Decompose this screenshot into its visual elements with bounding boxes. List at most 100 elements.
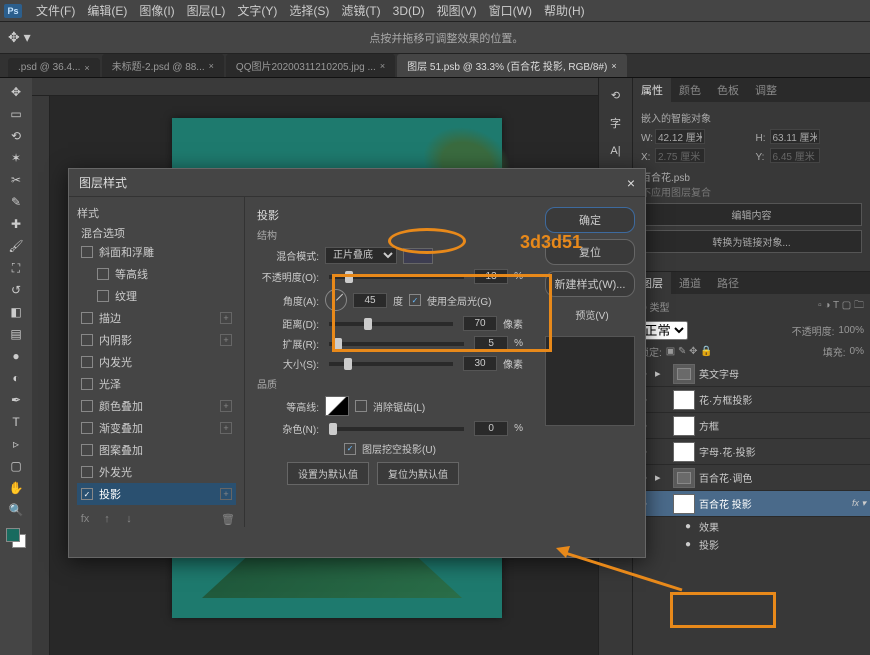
height-field[interactable] <box>770 129 820 144</box>
convert-linked-button[interactable]: 转换为链接对象... <box>641 230 862 253</box>
blending-options[interactable]: 混合选项 <box>77 225 236 241</box>
marquee-tool[interactable]: ▭ <box>4 104 28 124</box>
close-icon[interactable]: × <box>209 61 214 71</box>
edit-contents-button[interactable]: 编辑内容 <box>641 203 862 226</box>
blend-mode-select[interactable]: 正片叠底 <box>325 247 397 264</box>
tab-paths[interactable]: 路径 <box>709 272 747 294</box>
brush-tool[interactable]: 🖌 <box>4 236 28 256</box>
checkbox-icon[interactable] <box>81 466 93 478</box>
distance-slider[interactable] <box>329 322 453 326</box>
checkbox-icon[interactable] <box>81 422 93 434</box>
dodge-tool[interactable]: ◐ <box>4 368 28 388</box>
fx-icon[interactable]: fx <box>77 511 93 527</box>
type-tool[interactable]: T <box>4 412 28 432</box>
style-option[interactable]: 斜面和浮雕 <box>77 241 236 263</box>
path-tool[interactable]: ▹ <box>4 434 28 454</box>
tab-color[interactable]: 颜色 <box>671 78 709 102</box>
checkbox-icon[interactable] <box>97 268 109 280</box>
eraser-tool[interactable]: ◧ <box>4 302 28 322</box>
lasso-tool[interactable]: ⟲ <box>4 126 28 146</box>
plus-icon[interactable]: + <box>220 488 232 500</box>
contour-picker[interactable] <box>325 396 349 416</box>
blur-tool[interactable]: ● <box>4 346 28 366</box>
checkbox-icon[interactable] <box>81 334 93 346</box>
menu-filter[interactable]: 滤镜(T) <box>335 2 386 19</box>
hand-tool[interactable]: ✋ <box>4 478 28 498</box>
menu-view[interactable]: 视图(V) <box>431 2 483 19</box>
color-swatch[interactable] <box>6 528 26 548</box>
move-tool[interactable]: ✥ <box>4 82 28 102</box>
arrow-down-icon[interactable]: ↓ <box>121 511 137 527</box>
style-option[interactable]: 图案叠加 <box>77 439 236 461</box>
layer-row[interactable]: ●方框 <box>633 413 870 439</box>
spread-slider[interactable] <box>329 342 464 346</box>
set-default-button[interactable]: 设置为默认值 <box>287 462 369 485</box>
checkbox-icon[interactable] <box>81 444 93 456</box>
dialog-titlebar[interactable]: 图层样式 × <box>69 169 645 197</box>
knockout-checkbox[interactable] <box>344 443 356 455</box>
history-brush-tool[interactable]: ↺ <box>4 280 28 300</box>
checkbox-icon[interactable] <box>81 378 93 390</box>
cancel-button[interactable]: 复位 <box>545 239 635 265</box>
stamp-tool[interactable]: ⛶ <box>4 258 28 278</box>
style-option[interactable]: 外发光 <box>77 461 236 483</box>
history-icon[interactable]: ⟲ <box>606 86 626 104</box>
plus-icon[interactable]: + <box>220 312 232 324</box>
close-icon[interactable]: × <box>380 61 385 71</box>
width-field[interactable] <box>655 129 705 144</box>
style-option[interactable]: 纹理 <box>77 285 236 307</box>
blend-mode-select[interactable]: 正常 <box>639 321 688 340</box>
reset-default-button[interactable]: 复位为默认值 <box>377 462 459 485</box>
menu-type[interactable]: 文字(Y) <box>231 2 283 19</box>
style-option[interactable]: ✓投影+ <box>77 483 236 505</box>
layer-row[interactable]: ●百合花 投影fx ▾ <box>633 491 870 517</box>
layer-row[interactable]: ●字母·花·投影 <box>633 439 870 465</box>
style-option[interactable]: 描边+ <box>77 307 236 329</box>
trash-icon[interactable]: 🗑 <box>220 511 236 527</box>
new-style-button[interactable]: 新建样式(W)... <box>545 271 635 297</box>
tab-swatches[interactable]: 色板 <box>709 78 747 102</box>
checkbox-icon[interactable] <box>81 312 93 324</box>
style-option[interactable]: 内阴影+ <box>77 329 236 351</box>
layer-row[interactable]: ●▸英文字母 <box>633 361 870 387</box>
close-icon[interactable]: × <box>627 175 635 191</box>
style-option[interactable]: 内发光 <box>77 351 236 373</box>
tab-properties[interactable]: 属性 <box>633 78 671 102</box>
plus-icon[interactable]: + <box>220 422 232 434</box>
heal-tool[interactable]: ✚ <box>4 214 28 234</box>
tab-adjustments[interactable]: 调整 <box>747 78 785 102</box>
visibility-icon[interactable]: ● <box>681 521 695 532</box>
angle-dial[interactable] <box>325 289 347 311</box>
chevron-icon[interactable]: ▸ <box>655 367 669 380</box>
style-option[interactable]: 渐变叠加+ <box>77 417 236 439</box>
menu-file[interactable]: 文件(F) <box>30 2 81 19</box>
doc-tab-0[interactable]: .psd @ 36.4...× <box>8 58 100 77</box>
layer-row[interactable]: ●花·方框投影 <box>633 387 870 413</box>
doc-tab-3[interactable]: 图层 51.psb @ 33.3% (百合花 投影, RGB/8#)× <box>397 54 626 77</box>
checkbox-icon[interactable] <box>97 290 109 302</box>
plus-icon[interactable]: + <box>220 400 232 412</box>
layer-row[interactable]: ●▸百合花·调色 <box>633 465 870 491</box>
menu-3d[interactable]: 3D(D) <box>387 4 431 18</box>
ok-button[interactable]: 确定 <box>545 207 635 233</box>
size-slider[interactable] <box>329 362 453 366</box>
plus-icon[interactable]: + <box>220 334 232 346</box>
style-option[interactable]: 颜色叠加+ <box>77 395 236 417</box>
noise-slider[interactable] <box>329 427 464 431</box>
opacity-input[interactable] <box>474 269 508 284</box>
arrow-up-icon[interactable]: ↑ <box>99 511 115 527</box>
style-option[interactable]: 光泽 <box>77 373 236 395</box>
style-option[interactable]: 等高线 <box>77 263 236 285</box>
menu-help[interactable]: 帮助(H) <box>538 2 591 19</box>
chevron-icon[interactable]: ▸ <box>655 471 669 484</box>
menu-edit[interactable]: 编辑(E) <box>81 2 133 19</box>
shape-tool[interactable]: ▢ <box>4 456 28 476</box>
antialias-checkbox[interactable] <box>355 400 367 412</box>
size-input[interactable] <box>463 356 497 371</box>
paragraph-icon[interactable]: A| <box>606 142 626 160</box>
crop-tool[interactable]: ✂ <box>4 170 28 190</box>
checkbox-icon[interactable] <box>81 400 93 412</box>
layer-effect-row[interactable]: ●投影 <box>633 535 870 553</box>
shadow-color[interactable] <box>403 248 433 264</box>
close-icon[interactable]: × <box>84 63 89 73</box>
